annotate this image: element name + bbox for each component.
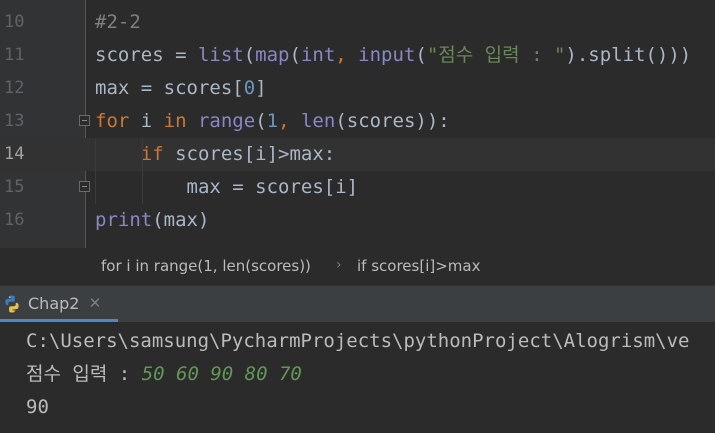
code-token: "점수 입력 : " <box>426 44 566 66</box>
code-token: for <box>95 110 141 132</box>
code-line[interactable]: 13 for i in range(1, len(scores)): <box>0 105 715 138</box>
fold-collapse-icon[interactable] <box>79 115 90 126</box>
code-token: ( <box>289 44 301 66</box>
code-line[interactable]: 10 #2-2 <box>0 6 715 39</box>
code-token: , <box>335 44 359 66</box>
indent-guide <box>95 138 96 204</box>
console-command-line: C:\Users\samsung\PycharmProjects\pythonP… <box>26 330 690 352</box>
code-text[interactable]: if scores[i]>max: <box>95 138 335 171</box>
code-token: max = scores[i] <box>95 176 359 198</box>
code-token: len <box>300 110 336 132</box>
code-token: print <box>95 209 153 231</box>
code-line[interactable]: 12 max = scores[0] <box>0 72 715 105</box>
code-token: int <box>300 44 336 66</box>
code-token: input <box>358 44 416 66</box>
breadcrumb-item[interactable]: for i in range(1, len(scores)) <box>101 248 311 285</box>
current-code-line[interactable]: 14 if scores[i]>max: <box>0 138 715 171</box>
line-number: 12 <box>4 78 25 98</box>
code-token: (max) <box>152 209 210 231</box>
code-text[interactable]: scores = list(map(int, input("점수 입력 : ")… <box>95 39 691 72</box>
python-icon <box>5 295 19 313</box>
line-number: 10 <box>4 12 25 32</box>
line-number: 13 <box>4 111 25 131</box>
fold-end-icon[interactable] <box>79 181 90 192</box>
code-token: scores[i]>max: <box>175 143 336 165</box>
code-token: list <box>197 44 244 66</box>
line-number: 15 <box>4 177 25 197</box>
code-text[interactable]: print(max) <box>95 204 209 237</box>
code-token: i <box>140 110 164 132</box>
run-tab-chap2[interactable]: Chap2 ✕ <box>0 286 118 322</box>
console-input-line: 점수 입력 : 50 60 90 80 70 <box>26 358 302 391</box>
console-prompt: 점수 입력 : <box>26 363 142 385</box>
indent-guide <box>142 138 143 204</box>
code-line[interactable]: 15 max = scores[i] <box>0 171 715 204</box>
code-editor[interactable]: 10 #2-2 11 scores = list(map(int, input(… <box>0 0 715 248</box>
code-token: max = scores[ <box>95 77 244 99</box>
breadcrumb: for i in range(1, len(scores)) › if scor… <box>0 248 715 285</box>
code-token: ).split())) <box>565 44 692 66</box>
code-token: #2-2 <box>95 11 141 33</box>
code-token: range <box>197 110 256 132</box>
run-tool-window-tabs: Chap2 ✕ <box>0 285 715 322</box>
code-token: map <box>255 44 290 66</box>
code-token: , <box>278 110 301 132</box>
code-token: ] <box>255 77 267 99</box>
code-text[interactable]: #2-2 <box>95 6 141 39</box>
code-token: 1 <box>266 110 279 132</box>
code-text[interactable]: for i in range(1, len(scores)): <box>95 105 450 138</box>
code-token: in <box>163 110 198 132</box>
code-token: ( <box>243 44 256 66</box>
code-line[interactable]: 16 print(max) <box>0 204 715 237</box>
run-tab-label: Chap2 <box>28 294 80 313</box>
code-token: 0 <box>243 77 256 99</box>
code-token: scores = <box>95 44 198 66</box>
run-console[interactable]: C:\Users\samsung\PycharmProjects\pythonP… <box>0 322 715 433</box>
line-number: 16 <box>4 210 25 230</box>
breadcrumb-separator: › <box>336 257 342 273</box>
code-line[interactable]: 11 scores = list(map(int, input("점수 입력 :… <box>0 39 715 72</box>
line-number: 11 <box>4 45 25 65</box>
code-token: (scores)): <box>335 110 450 132</box>
code-text[interactable]: max = scores[i] <box>95 171 359 204</box>
code-token: ( <box>415 44 427 66</box>
code-token: ( <box>255 110 267 132</box>
breadcrumb-item[interactable]: if scores[i]>max <box>357 248 480 285</box>
line-number: 14 <box>4 144 25 164</box>
code-text[interactable]: max = scores[0] <box>95 72 267 105</box>
console-output-line: 90 <box>26 396 49 418</box>
console-user-input: 50 60 90 80 70 <box>141 363 302 385</box>
code-token: if <box>140 143 176 165</box>
close-icon[interactable]: ✕ <box>88 295 102 311</box>
